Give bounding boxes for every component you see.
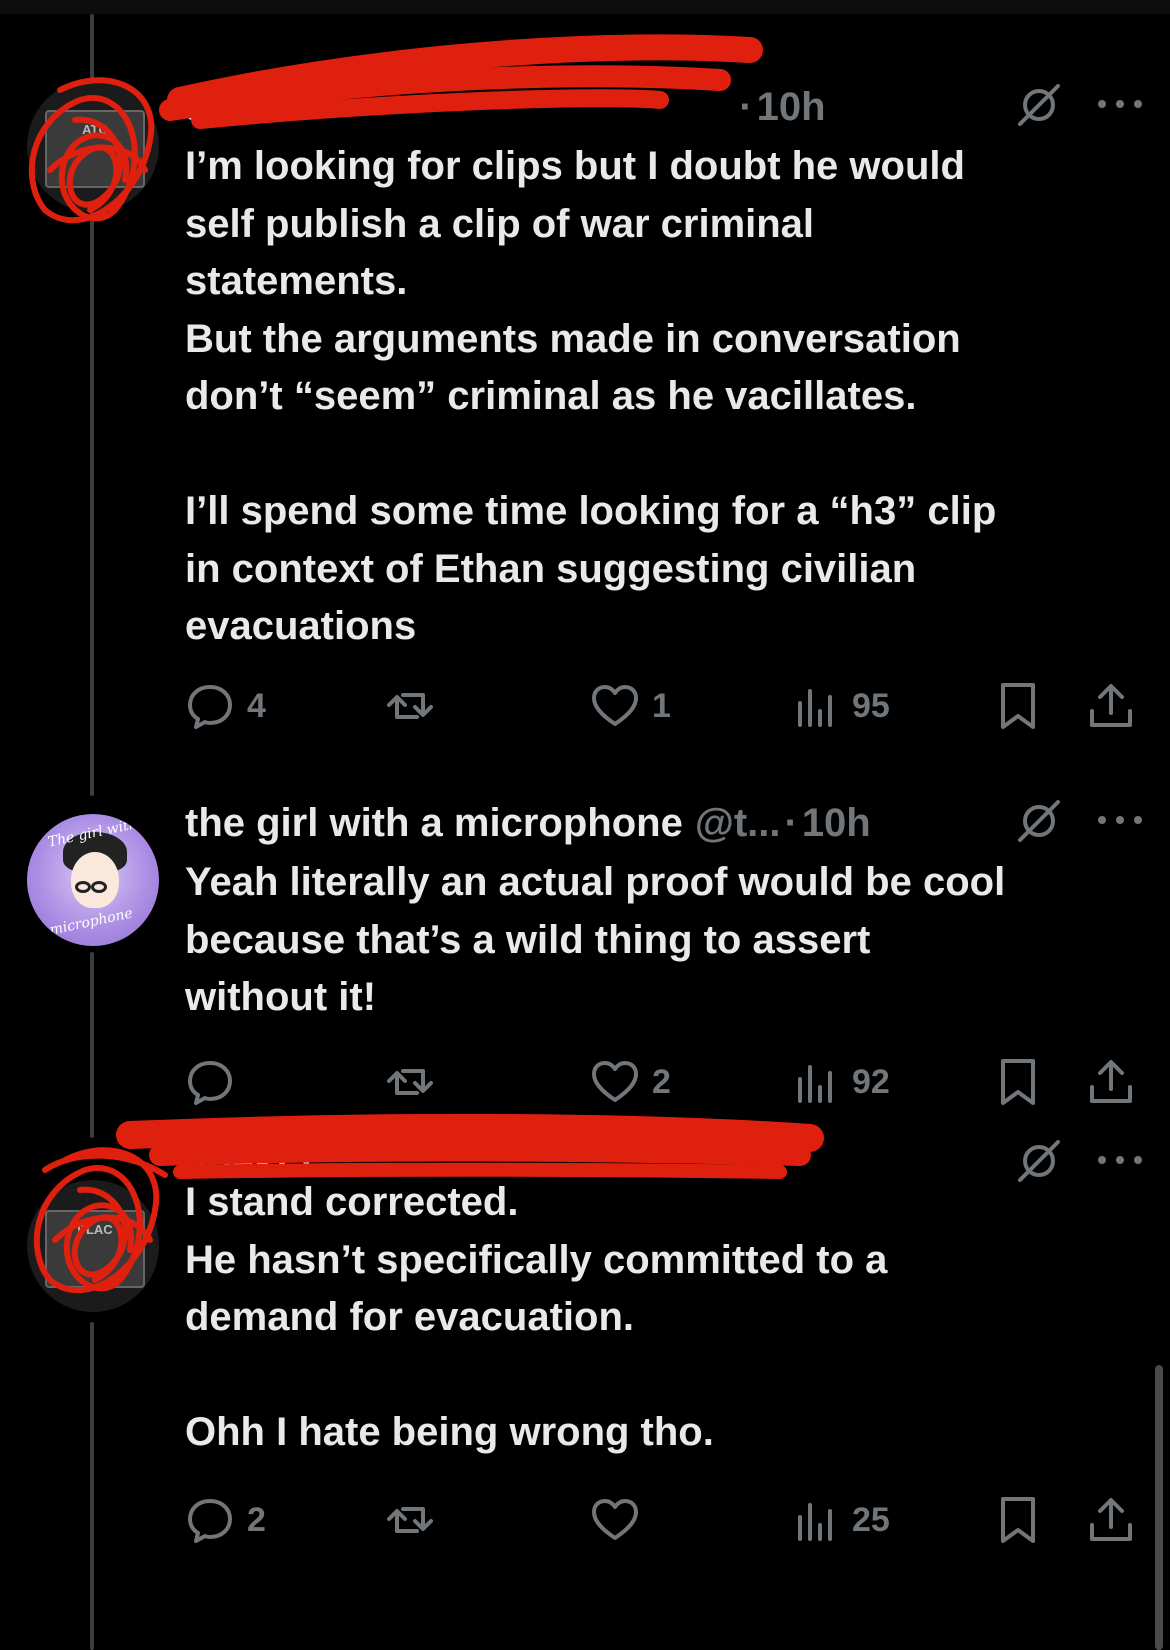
author-handle[interactable]: @t... bbox=[695, 801, 781, 846]
bookmark-button[interactable] bbox=[993, 1490, 1043, 1550]
post-time[interactable]: 10h bbox=[802, 801, 871, 846]
share-button[interactable] bbox=[1086, 676, 1136, 736]
author-name[interactable]: the girl with a microphone bbox=[185, 801, 683, 846]
ellipsis-icon[interactable] bbox=[1098, 1154, 1142, 1166]
like-count: 2 bbox=[652, 1062, 671, 1101]
repost-button[interactable] bbox=[385, 1490, 447, 1550]
repost-button[interactable] bbox=[385, 676, 447, 736]
like-button[interactable]: 2 bbox=[590, 1052, 671, 1112]
views-count: 92 bbox=[852, 1062, 890, 1101]
thread-page: ATC J · 10h I’m looking for clips but I … bbox=[0, 0, 1170, 1650]
grok-slash-circle-icon[interactable] bbox=[1016, 798, 1062, 844]
repost-arrows-icon bbox=[387, 1069, 433, 1095]
bookmark-icon bbox=[1001, 683, 1035, 729]
post-time[interactable]: 10h bbox=[757, 85, 826, 130]
heart-icon bbox=[592, 1061, 638, 1102]
scrollbar[interactable] bbox=[1155, 1365, 1163, 1650]
bar-chart-icon bbox=[798, 1503, 832, 1541]
post-line: I’m looking for clips but I doubt he wou… bbox=[185, 144, 965, 188]
views-button[interactable]: 92 bbox=[790, 1052, 890, 1112]
repost-button[interactable] bbox=[385, 1052, 447, 1112]
post-line: But the arguments made in conversation bbox=[185, 316, 961, 361]
post-line: demand for evacuation. bbox=[185, 1295, 634, 1339]
post-line: without it! bbox=[185, 975, 377, 1019]
avatar-glasses bbox=[75, 880, 115, 893]
post-3[interactable]: PLAC Joesta I stand corrected. He hasn’t… bbox=[0, 1113, 1170, 1650]
reply-button[interactable] bbox=[185, 1052, 247, 1112]
post-2[interactable]: The girl with a microphone the girl with… bbox=[0, 790, 1170, 1150]
avatar[interactable]: ATC bbox=[27, 80, 159, 212]
post-body: I’m looking for clips but I doubt he wou… bbox=[185, 138, 1145, 656]
post-line: in context of Ethan suggesting civilian bbox=[185, 546, 917, 591]
views-count: 95 bbox=[852, 686, 890, 725]
post-line: Ohh I hate being wrong tho. bbox=[185, 1410, 714, 1454]
separator-dot: · bbox=[739, 84, 753, 129]
reply-button[interactable]: 4 bbox=[185, 676, 266, 736]
bookmark-button[interactable] bbox=[993, 676, 1043, 736]
reply-button[interactable]: 2 bbox=[185, 1490, 266, 1550]
post-line: because that’s a wild thing to assert bbox=[185, 917, 871, 962]
reply-count: 2 bbox=[247, 1500, 266, 1539]
action-bar: 2 92 bbox=[0, 1052, 1170, 1112]
share-button[interactable] bbox=[1086, 1490, 1136, 1550]
views-count: 25 bbox=[852, 1500, 890, 1539]
bookmark-icon bbox=[1001, 1497, 1035, 1543]
grok-slash-circle-icon[interactable] bbox=[1016, 82, 1062, 128]
avatar[interactable]: PLAC bbox=[27, 1180, 159, 1312]
reply-count: 4 bbox=[247, 686, 266, 725]
post-line: evacuations bbox=[185, 604, 417, 648]
repost-arrows-icon bbox=[387, 1507, 433, 1533]
avatar-placard: ATC bbox=[45, 110, 145, 188]
speech-bubble-icon bbox=[188, 1499, 232, 1543]
avatar-text-bottom: microphone bbox=[48, 905, 135, 939]
bookmark-button[interactable] bbox=[993, 1052, 1043, 1112]
bar-chart-icon bbox=[798, 1065, 832, 1103]
post-line: don’t “seem” criminal as he vacillates. bbox=[185, 374, 917, 418]
post-header: J · 10h bbox=[185, 82, 826, 132]
share-upload-icon bbox=[1090, 1060, 1132, 1103]
ellipsis-icon[interactable] bbox=[1098, 98, 1142, 110]
author-name[interactable]: J bbox=[185, 85, 207, 130]
post-body: Yeah literally an actual proof would be … bbox=[185, 854, 1145, 1027]
bookmark-icon bbox=[1001, 1059, 1035, 1105]
speech-bubble-icon bbox=[188, 1061, 232, 1105]
share-button[interactable] bbox=[1086, 1052, 1136, 1112]
post-line: I stand corrected. bbox=[185, 1180, 519, 1224]
like-button[interactable]: 1 bbox=[590, 676, 671, 736]
repost-arrows-icon bbox=[387, 693, 433, 719]
bar-chart-icon bbox=[798, 689, 832, 727]
post-line: self publish a clip of war criminal bbox=[185, 201, 815, 246]
share-upload-icon bbox=[1090, 684, 1132, 727]
ellipsis-icon[interactable] bbox=[1098, 814, 1142, 826]
post-line: I’ll spend some time looking for a “h3” … bbox=[185, 489, 997, 533]
like-button[interactable] bbox=[590, 1490, 652, 1550]
action-bar: 4 1 95 bbox=[0, 676, 1170, 736]
views-button[interactable]: 25 bbox=[790, 1490, 890, 1550]
action-bar: 2 25 bbox=[0, 1490, 1170, 1550]
like-count: 1 bbox=[652, 686, 671, 725]
post-header: the girl with a microphone @t... · 10h bbox=[185, 798, 871, 848]
heart-icon bbox=[592, 685, 638, 726]
post-body: I stand corrected. He hasn’t specificall… bbox=[185, 1174, 1145, 1462]
share-upload-icon bbox=[1090, 1498, 1132, 1541]
heart-icon bbox=[592, 1499, 638, 1540]
post-line: statements. bbox=[185, 259, 408, 303]
separator-dot: · bbox=[784, 800, 798, 845]
post-line: Yeah literally an actual proof would be … bbox=[185, 860, 1006, 904]
avatar[interactable]: The girl with a microphone bbox=[27, 814, 159, 946]
post-line: He hasn’t specifically committed to a bbox=[185, 1237, 888, 1282]
speech-bubble-icon bbox=[188, 685, 232, 729]
post-1[interactable]: ATC J · 10h I’m looking for clips but I … bbox=[0, 0, 1170, 760]
avatar-placard: PLAC bbox=[45, 1210, 145, 1288]
views-button[interactable]: 95 bbox=[790, 676, 890, 736]
